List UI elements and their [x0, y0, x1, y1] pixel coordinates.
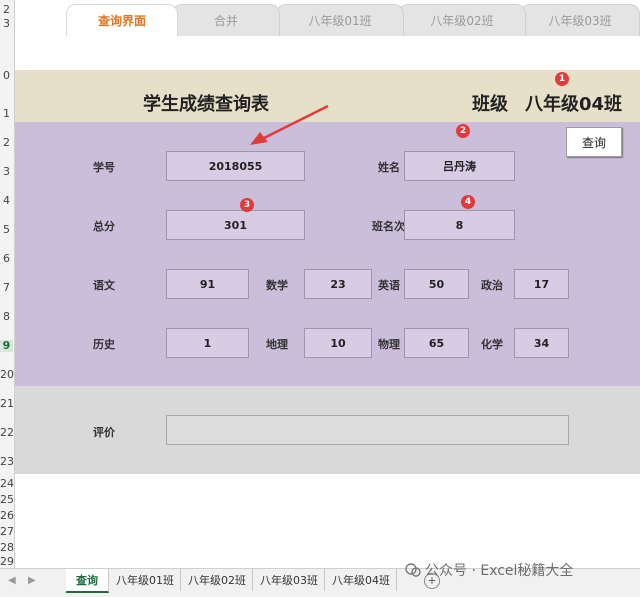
- subject-score-geography[interactable]: 10: [304, 328, 372, 358]
- tab-query-interface[interactable]: 查询界面: [66, 4, 178, 36]
- row-number[interactable]: 26: [0, 510, 14, 522]
- row-number[interactable]: 8: [0, 311, 13, 323]
- row-number[interactable]: 7: [0, 282, 13, 294]
- row-number[interactable]: 5: [0, 224, 13, 236]
- subject-score-chinese[interactable]: 91: [166, 269, 249, 299]
- class-rank-label: 班名次: [372, 220, 405, 233]
- subject-score-math[interactable]: 23: [304, 269, 372, 299]
- watermark-text: 公众号 · Excel秘籍大全: [425, 563, 574, 579]
- subject-score-politics[interactable]: 17: [514, 269, 569, 299]
- class-value[interactable]: 八年级04班: [525, 90, 622, 116]
- top-tab-strip: 八年级03班 八年级02班 八年级01班 合并 查询界面: [0, 0, 640, 36]
- sheet-tab-class-03[interactable]: 八年级03班: [254, 569, 325, 591]
- row-number[interactable]: 23: [0, 456, 14, 468]
- annotation-badge-1: 1: [555, 72, 569, 86]
- row-number[interactable]: 6: [0, 253, 13, 265]
- annotation-arrow-icon: [250, 104, 329, 145]
- row-number[interactable]: 2: [0, 4, 13, 16]
- row-number[interactable]: 22: [0, 427, 14, 439]
- sheet-scroll-right-icon[interactable]: ▶: [28, 575, 36, 586]
- tab-label: 八年级02班: [430, 14, 494, 28]
- tab-merge[interactable]: 合并: [172, 4, 280, 36]
- subject-score-chemistry[interactable]: 34: [514, 328, 569, 358]
- evaluation-field[interactable]: [166, 415, 569, 445]
- name-label: 姓名: [378, 161, 400, 174]
- sheet-tab-class-02[interactable]: 八年级02班: [182, 569, 253, 591]
- subject-label-history: 历史: [93, 338, 115, 351]
- row-number[interactable]: 2: [0, 137, 13, 149]
- tab-label: 合并: [213, 14, 238, 28]
- subject-score-english[interactable]: 50: [404, 269, 469, 299]
- tab-class-03[interactable]: 八年级03班: [520, 4, 640, 36]
- row-number[interactable]: 25: [0, 494, 14, 506]
- wechat-icon: [405, 563, 421, 577]
- class-label: 班级: [472, 94, 508, 115]
- evaluation-label: 评价: [93, 426, 115, 439]
- tab-label: 查询界面: [97, 14, 146, 28]
- subject-score-physics[interactable]: 65: [404, 328, 469, 358]
- sheet-scroll-left-icon[interactable]: ◀: [8, 575, 16, 586]
- row-number[interactable]: 24: [0, 478, 14, 490]
- subject-label-physics: 物理: [378, 338, 400, 351]
- subject-label-english: 英语: [378, 279, 400, 292]
- row-number[interactable]: 29: [0, 556, 14, 568]
- total-field[interactable]: 301: [166, 210, 305, 240]
- student-id-label: 学号: [93, 161, 115, 174]
- sheet-tab-class-04[interactable]: 八年级04班: [326, 569, 397, 591]
- class-rank-field[interactable]: 8: [404, 210, 515, 240]
- subject-label-chemistry: 化学: [481, 338, 503, 351]
- sheet-tab-class-01[interactable]: 八年级01班: [110, 569, 181, 591]
- sheet-tab-query[interactable]: 查询: [66, 569, 109, 593]
- watermark: 公众号 · Excel秘籍大全: [405, 560, 573, 580]
- name-field[interactable]: 吕丹涛: [404, 151, 515, 181]
- annotation-badge-3: 3: [240, 198, 254, 212]
- row-number-selected[interactable]: 9: [0, 340, 13, 352]
- row-header-column: 2 3 0 1 2 3 4 5 6 7 8 9 20 21 22 23 24 2…: [0, 0, 15, 568]
- annotation-badge-2: 2: [456, 124, 470, 138]
- row-number[interactable]: 3: [0, 166, 13, 178]
- row-number[interactable]: 27: [0, 526, 14, 538]
- subject-label-chinese: 语文: [93, 279, 115, 292]
- subject-label-politics: 政治: [481, 279, 503, 292]
- student-id-input[interactable]: 2018055: [166, 151, 305, 181]
- row-number[interactable]: 20: [0, 369, 14, 381]
- annotation-badge-4: 4: [461, 195, 475, 209]
- row-number[interactable]: 1: [0, 108, 13, 120]
- total-label: 总分: [93, 220, 115, 233]
- tab-label: 八年级01班: [308, 14, 372, 28]
- subject-score-history[interactable]: 1: [166, 328, 249, 358]
- row-number[interactable]: 28: [0, 542, 14, 554]
- subject-label-geography: 地理: [266, 338, 288, 351]
- tab-label: 八年级03班: [548, 14, 612, 28]
- row-number[interactable]: 0: [0, 70, 13, 82]
- subject-label-math: 数学: [266, 279, 288, 292]
- query-button[interactable]: 查询: [566, 127, 622, 157]
- row-number[interactable]: 21: [0, 398, 14, 410]
- row-number[interactable]: 4: [0, 195, 13, 207]
- tab-class-01[interactable]: 八年级01班: [276, 4, 404, 36]
- row-number[interactable]: 3: [0, 18, 13, 30]
- tab-class-02[interactable]: 八年级02班: [398, 4, 526, 36]
